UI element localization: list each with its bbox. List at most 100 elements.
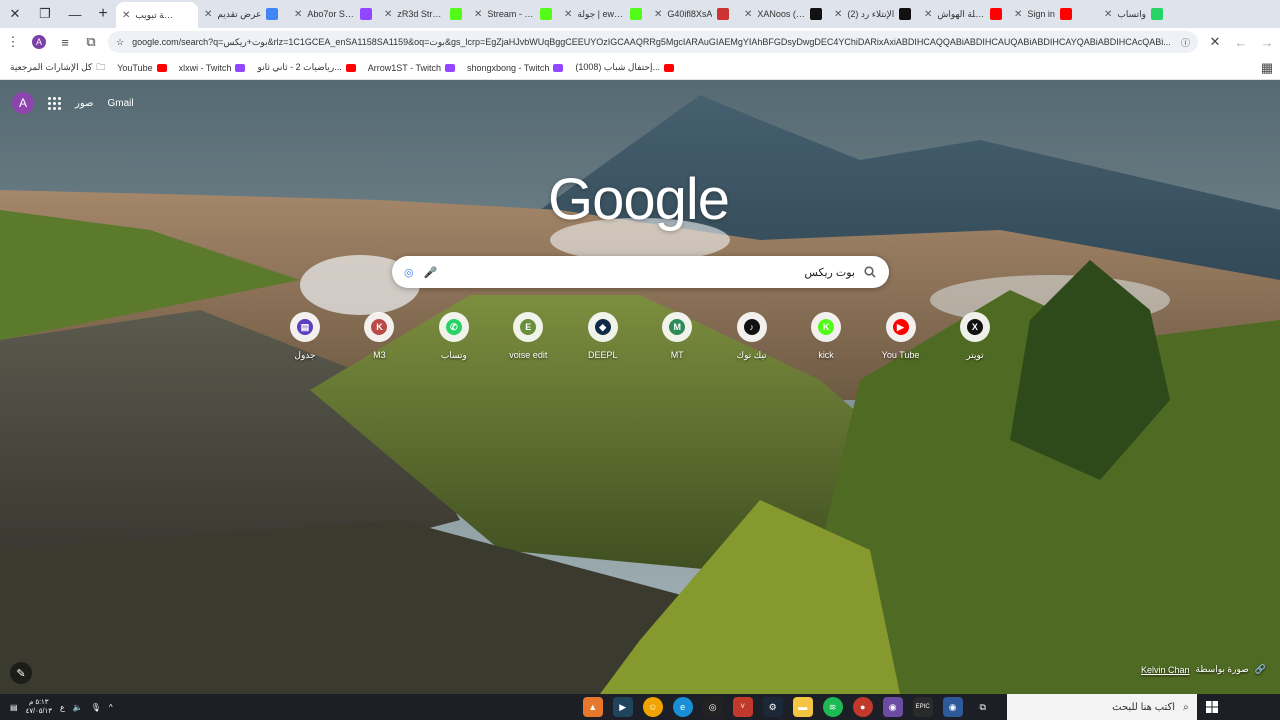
taskbar-app-taskview[interactable]: ⧉ xyxy=(973,697,993,717)
close-tab-icon[interactable]: ✕ xyxy=(564,9,572,20)
customize-button[interactable]: ✎ xyxy=(10,662,32,684)
browser-tab[interactable]: ✕ شيلة الهواش xyxy=(918,0,1008,28)
search-input[interactable]: بوت ريكس xyxy=(437,266,863,279)
close-tab-icon[interactable]: ✕ xyxy=(204,9,212,20)
shortcut-tile[interactable]: Evoise edit xyxy=(503,312,553,361)
browser-tab[interactable]: ✕ G40ifl8XsA xyxy=(648,0,738,28)
taskbar-app-chrome[interactable]: ◉ xyxy=(942,697,963,717)
taskbar-app-epic[interactable]: EPIC xyxy=(912,697,933,717)
shortcut-tile[interactable]: ▤ جدول xyxy=(280,312,330,361)
taskbar-app-edge[interactable]: e xyxy=(672,697,693,717)
bookmark-favicon xyxy=(156,63,167,72)
taskbar-app-vlc[interactable]: ▲ xyxy=(582,697,603,717)
close-tab-icon[interactable]: ✕ xyxy=(924,9,932,20)
close-tab-icon[interactable]: ✕ xyxy=(384,9,392,20)
close-tab-icon[interactable]: ✕ xyxy=(834,9,842,20)
bookmark-label: رياضيات 2 - ثاني ثانو... xyxy=(257,62,342,72)
taskbar-app-purple[interactable]: ◉ xyxy=(882,697,903,717)
shortcut-tile[interactable]: ✆ وتساب xyxy=(429,312,479,361)
taskbar-app-obs[interactable]: ◎ xyxy=(702,697,723,717)
bookmark-item[interactable]: shongxbong - Twitch xyxy=(461,62,569,73)
gmail-link[interactable]: Gmail xyxy=(108,98,134,109)
media-controls-button[interactable]: ≡ xyxy=(52,28,78,56)
restore-window-button[interactable]: ❐ xyxy=(30,0,60,28)
browser-tab[interactable]: ✕ علامة تبويب xyxy=(116,2,198,28)
shortcut-tile[interactable]: K M3 xyxy=(354,312,404,361)
tab-title: واتساب xyxy=(1117,8,1146,19)
browser-tab[interactable]: ✕ جولة | ewlah xyxy=(558,0,648,28)
menu-button[interactable]: ⋮ xyxy=(0,28,26,56)
start-button[interactable] xyxy=(1197,694,1227,720)
browser-tab[interactable]: ✕ Abo7or Stre xyxy=(288,0,378,28)
bookmark-item[interactable]: رياضيات 2 - ثاني ثانو... xyxy=(251,62,361,73)
browser-tab[interactable]: ✕ Sign in xyxy=(1008,0,1098,28)
address-bar[interactable]: ☆ google.com/search?q=بوت+ريكس&rlz=1C1GC… xyxy=(108,31,1198,53)
shortcut-favicon: ♪ xyxy=(743,319,760,335)
shortcut-tile[interactable]: X تويتر xyxy=(950,312,1000,361)
taskbar-app-media[interactable]: ▶ xyxy=(612,697,633,717)
close-tab-icon[interactable]: ✕ xyxy=(122,10,130,21)
star-icon[interactable]: ☆ xyxy=(116,37,124,48)
background-credit[interactable]: Kelvin Chan صورة بواسطة 🔗 xyxy=(1141,664,1266,675)
folder-icon: 🗀 xyxy=(96,61,106,72)
taskbar-app-voicemeeter[interactable]: V xyxy=(732,697,753,717)
bookmark-item[interactable]: (1008) إحتفال شباب... xyxy=(569,62,680,73)
bookmark-item[interactable]: xlxwi - Twitch xyxy=(173,62,252,73)
close-tab-icon[interactable]: ✕ xyxy=(294,9,302,20)
google-apps-icon[interactable] xyxy=(48,96,61,110)
info-icon[interactable]: ⓘ xyxy=(1181,36,1190,49)
clock[interactable]: ٥:١٣ م ٤٧/٠٥/١٣ xyxy=(26,698,52,716)
tab-title: G40ifl8XsA xyxy=(667,9,713,19)
taskbar-search[interactable]: اكتب هنا للبحث ⌕ xyxy=(1006,694,1197,720)
shortcut-tile[interactable]: ▶ You Tube xyxy=(876,312,926,361)
notifications-icon[interactable]: ▤ xyxy=(10,703,18,712)
apps-grid-button[interactable]: ▦ xyxy=(1254,54,1280,82)
browser-tab[interactable]: ✕ واتساب xyxy=(1098,0,1188,28)
taskbar-app-discord[interactable]: ☺ xyxy=(642,697,663,717)
browser-tab[interactable]: ✕ (2) الإنتلاء رد xyxy=(828,0,918,28)
x-icon xyxy=(810,8,822,20)
volume-icon[interactable]: 🔈 xyxy=(73,703,83,712)
chevron-up-icon[interactable]: ^ xyxy=(109,703,113,712)
images-link[interactable]: صور xyxy=(75,98,94,109)
language-indicator[interactable]: ع xyxy=(60,703,65,712)
puzzle-icon: ⧉ xyxy=(86,34,96,49)
browser-tab[interactable]: ✕ XANoos (@ xyxy=(738,0,828,28)
stop-button[interactable]: ✕ xyxy=(1202,28,1228,56)
close-tab-icon[interactable]: ✕ xyxy=(744,9,752,20)
back-button[interactable]: → xyxy=(1254,28,1280,56)
shortcut-tile[interactable]: ◆ DEEPL xyxy=(578,312,628,361)
account-avatar[interactable]: A xyxy=(12,92,34,114)
close-tab-icon[interactable]: ✕ xyxy=(654,9,662,20)
close-tab-icon[interactable]: ✕ xyxy=(1104,9,1112,20)
close-tab-icon[interactable]: ✕ xyxy=(474,9,482,20)
all-bookmarks-button[interactable]: كل الإشارات المرجعية 🗀 xyxy=(4,60,111,76)
profile-button[interactable]: A xyxy=(26,28,52,56)
google-search-box[interactable]: ◎ 🎤 بوت ريكس xyxy=(392,256,889,288)
forward-button[interactable]: ← xyxy=(1228,28,1254,56)
bookmark-item[interactable]: YouTube xyxy=(111,62,172,73)
bookmark-item[interactable]: Arrow1ST - Twitch xyxy=(362,62,461,73)
shortcut-tile[interactable]: Kkick xyxy=(801,312,851,361)
taskbar-app-recorder[interactable]: ● xyxy=(852,697,873,717)
taskbar-search-input[interactable]: اكتب هنا للبحث xyxy=(1112,702,1175,713)
close-tab-icon[interactable]: ✕ xyxy=(1014,9,1022,20)
credit-author[interactable]: Kelvin Chan xyxy=(1141,665,1190,675)
taskbar-app-spotify[interactable]: ≋ xyxy=(822,697,843,717)
taskbar-app-steam[interactable]: ⚙ xyxy=(762,697,783,717)
extensions-button[interactable]: ⧉ xyxy=(78,28,104,56)
shortcut-tile[interactable]: ♪ تيك توك xyxy=(727,312,777,361)
microphone-icon[interactable]: 🎤 xyxy=(424,266,438,279)
shortcut-tile[interactable]: M MT xyxy=(652,312,702,361)
close-window-button[interactable]: ✕ xyxy=(0,0,30,28)
browser-tab[interactable]: ✕ عرض تقديم xyxy=(198,0,288,28)
minimize-window-button[interactable]: — xyxy=(60,0,90,28)
taskbar-app-files[interactable]: ▬ xyxy=(792,697,813,717)
browser-tab[interactable]: ✕ Stream - Kic xyxy=(468,0,558,28)
bookmark-favicon xyxy=(664,63,675,72)
browser-tab[interactable]: ✕ zR3d Stream xyxy=(378,0,468,28)
new-tab-button[interactable]: + xyxy=(90,0,116,28)
google-lens-icon[interactable]: ◎ xyxy=(404,266,414,279)
microphone-tray-icon[interactable]: 🎙 xyxy=(91,703,101,712)
shortcut-favicon: M xyxy=(669,319,686,335)
